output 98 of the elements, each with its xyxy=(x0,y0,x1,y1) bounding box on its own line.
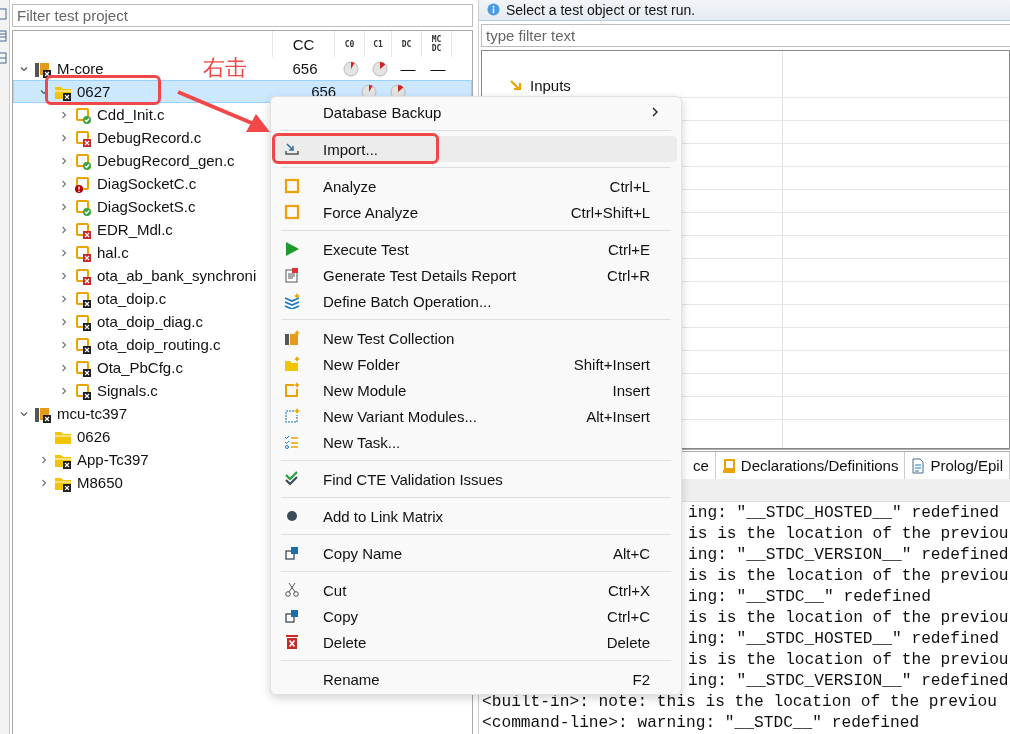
file-icon xyxy=(74,335,92,354)
table-cell: — xyxy=(400,60,416,77)
check-icon xyxy=(284,471,300,487)
menu-item[interactable]: Database Backup xyxy=(275,99,677,125)
tree-item[interactable]: hal.c xyxy=(70,242,129,263)
filter-field[interactable]: type filter text xyxy=(481,23,1010,47)
file-icon xyxy=(74,197,92,216)
declarations-icon xyxy=(721,457,736,474)
console-line: ing: "__STDC_VERSION__" redefined xyxy=(688,672,1009,690)
toolbar-icon[interactable] xyxy=(0,30,7,42)
menu-item[interactable]: Execute Test Ctrl+E xyxy=(275,236,677,262)
new-folder-icon xyxy=(284,356,300,372)
info-icon xyxy=(487,3,500,17)
console-line: ing: "__STDC__" redefined xyxy=(688,588,931,606)
tree-item[interactable]: 0627 xyxy=(50,81,293,102)
console-line: is is the location of the previou xyxy=(688,609,1009,627)
dot-icon xyxy=(284,508,300,524)
task-list-icon xyxy=(284,434,300,450)
column-header: C1 xyxy=(372,39,384,49)
document-icon xyxy=(911,457,926,474)
layers-icon xyxy=(284,293,300,309)
menu-item[interactable]: Define Batch Operation... xyxy=(275,288,677,314)
menu-item[interactable]: Add to Link Matrix xyxy=(275,503,677,529)
tree-item[interactable]: DiagSocketC.c xyxy=(70,173,197,194)
annotation-label: 右击 xyxy=(203,57,247,79)
column-header: C0 xyxy=(343,39,356,49)
menu-item[interactable]: Find CTE Validation Issues xyxy=(275,466,677,492)
file-icon xyxy=(74,266,92,285)
menu-item[interactable]: Analyze Ctrl+L xyxy=(275,173,677,199)
console-line: ing: "__STDC_HOSTED__" redefined xyxy=(688,504,999,522)
play-icon xyxy=(284,241,300,257)
import-icon xyxy=(284,141,300,157)
tree-item[interactable]: 0626 xyxy=(50,426,111,447)
tree-item[interactable]: M8650 xyxy=(50,472,123,493)
tree-item[interactable]: Cdd_Init.c xyxy=(70,104,165,125)
tree-item[interactable]: M-core xyxy=(30,58,104,79)
console-line: is is the location of the previou xyxy=(688,525,1009,543)
console-line: is is the location of the previou xyxy=(688,567,1009,585)
tree-item[interactable]: DebugRecord.c xyxy=(70,127,202,148)
tree-item[interactable]: ota_doip_routing.c xyxy=(70,334,221,355)
tree-item[interactable]: ota_doip_diag.c xyxy=(70,311,203,332)
table-cell: Inputs xyxy=(530,77,571,95)
menu-item[interactable]: New Folder Shift+Insert xyxy=(275,351,677,377)
file-icon xyxy=(74,220,92,239)
menu-item[interactable]: Copy Ctrl+C xyxy=(275,603,677,629)
menu-item[interactable]: Generate Test Details Report Ctrl+R xyxy=(275,262,677,288)
menu-item[interactable]: New Module Insert xyxy=(275,377,677,403)
tree-item[interactable]: ota_ab_bank_synchroni xyxy=(70,265,257,286)
file-icon xyxy=(74,381,92,400)
filter-field[interactable]: Filter test project xyxy=(12,4,473,27)
collection-icon xyxy=(284,330,300,346)
tree-item[interactable]: ota_doip.c xyxy=(70,288,167,309)
menu-item[interactable]: New Variant Modules... Alt+Insert xyxy=(275,403,677,429)
copy-icon xyxy=(284,545,300,561)
tree-item[interactable]: DebugRecord_gen.c xyxy=(70,150,235,171)
file-icon xyxy=(74,151,92,170)
delete-icon xyxy=(284,634,300,650)
copy-icon xyxy=(284,608,300,624)
tree-item[interactable]: Signals.c xyxy=(70,380,158,401)
tree-item[interactable]: EDR_Mdl.c xyxy=(70,219,173,240)
menu-item[interactable]: Copy Name Alt+C xyxy=(275,540,677,566)
console-line: <command-line>: warning: "__STDC__" redefined xyxy=(482,714,920,732)
toolbar-icon[interactable] xyxy=(0,52,7,64)
report-icon xyxy=(284,267,300,283)
column-header: DC xyxy=(400,39,413,49)
info-message: Select a test object or test run. xyxy=(506,1,696,18)
menu-item[interactable]: Cut Ctrl+X xyxy=(275,577,677,603)
table-cell: — xyxy=(430,60,446,77)
menu-item[interactable]: New Test Collection xyxy=(275,325,677,351)
tree-item[interactable]: App-Tc397 xyxy=(50,449,149,470)
toolbar-icon[interactable] xyxy=(0,8,7,20)
menu-item[interactable]: Force Analyze Ctrl+Shift+L xyxy=(275,199,677,225)
scissors-icon xyxy=(284,582,300,598)
file-icon xyxy=(74,243,92,262)
column-header: CC xyxy=(292,35,315,53)
console-line: is is the location of the previou xyxy=(688,651,1009,669)
square-icon xyxy=(284,178,300,194)
tree-item[interactable]: mcu-tc397 xyxy=(30,403,128,424)
tree-item[interactable]: DiagSocketS.c xyxy=(70,196,196,217)
file-icon xyxy=(74,312,92,331)
console-line: <built-in>: note: this is the location of the previou xyxy=(482,693,997,711)
square-icon xyxy=(284,204,300,220)
menu-item[interactable]: New Task... xyxy=(275,429,677,455)
file-icon xyxy=(74,358,92,377)
column-header: MC DC xyxy=(430,35,443,53)
menu-item[interactable]: Delete Delete xyxy=(275,629,677,655)
file-icon xyxy=(74,174,92,193)
console-line: ing: "__STDC_VERSION__" redefined xyxy=(688,546,1009,564)
menu-item[interactable]: Rename F2 xyxy=(275,666,677,692)
file-icon xyxy=(74,105,92,124)
new-module-icon xyxy=(284,382,300,398)
file-icon xyxy=(74,128,92,147)
console-line: ing: "__STDC_HOSTED__" redefined xyxy=(688,630,999,648)
file-icon xyxy=(74,289,92,308)
tree-item[interactable]: Ota_PbCfg.c xyxy=(70,357,183,378)
table-cell: 656 xyxy=(292,60,318,77)
menu-item[interactable]: Import... xyxy=(275,136,677,162)
new-variant-icon xyxy=(284,408,300,424)
